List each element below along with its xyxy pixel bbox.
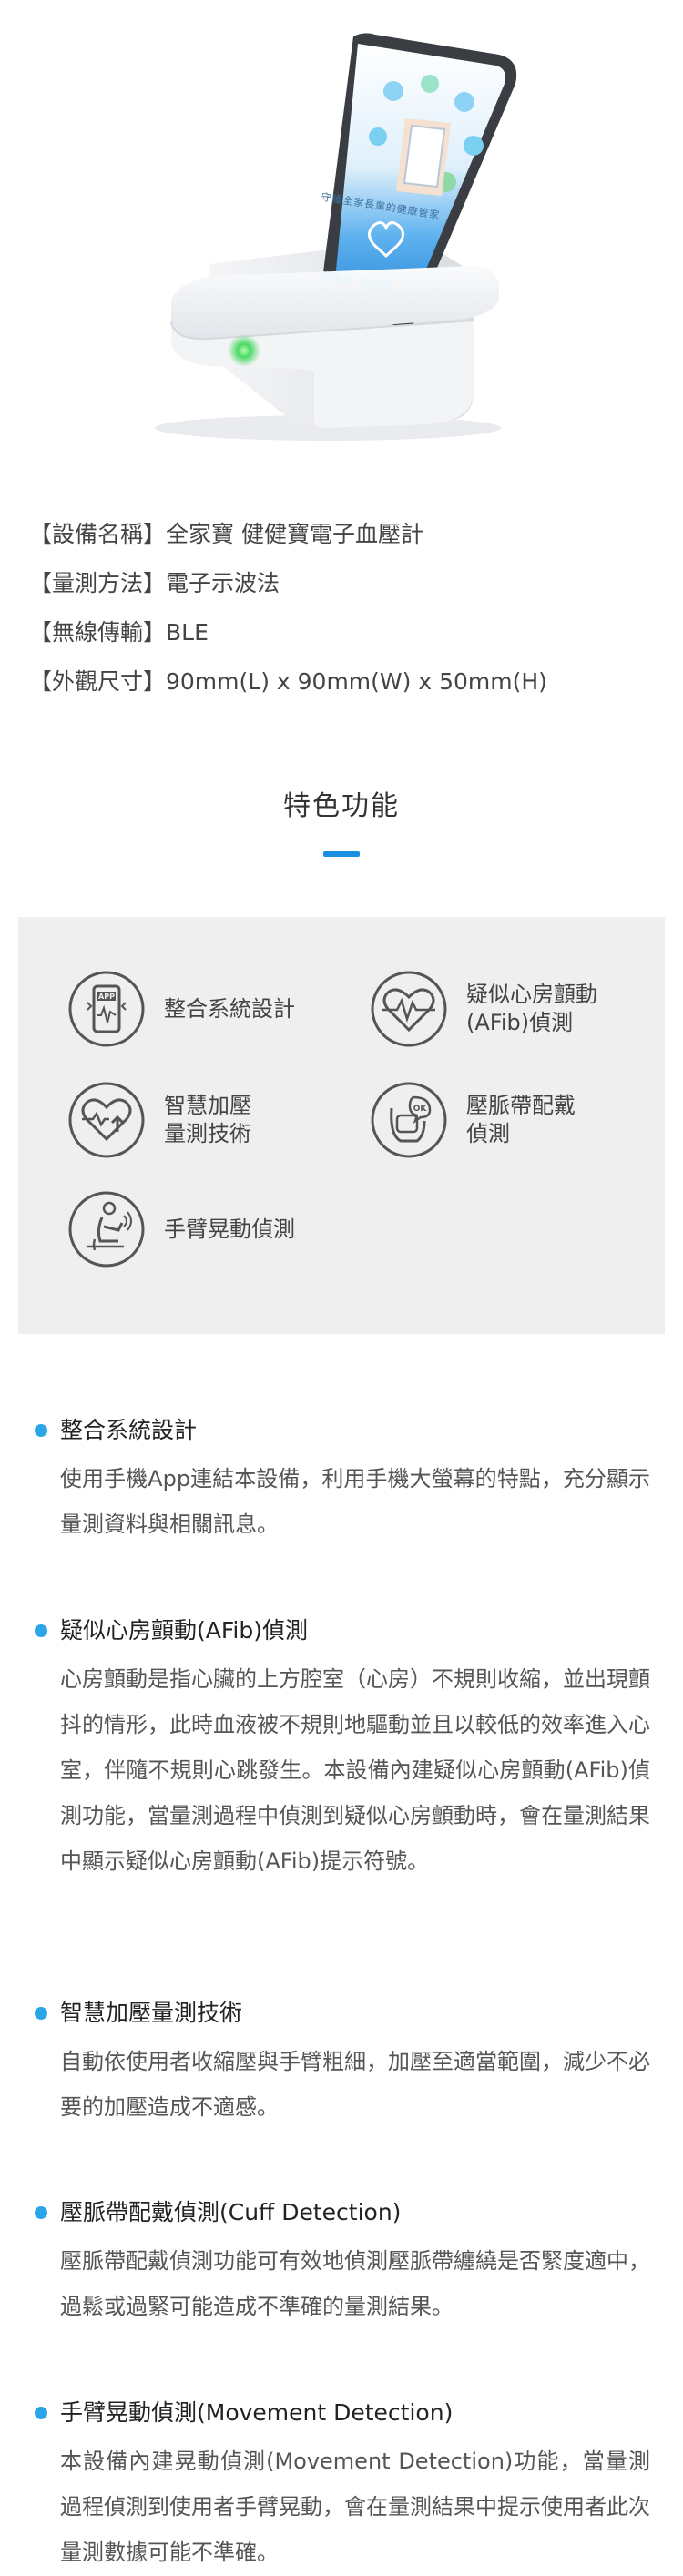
spec-device-name: 【設備名稱】全家寶 健健寶電子血壓計 (29, 521, 423, 547)
phone-app-icon: APP (67, 970, 146, 1048)
desc-title-text: 整合系統設計 (60, 1417, 198, 1443)
svg-text:OK: OK (413, 1105, 428, 1114)
spec-list: 【設備名稱】全家寶 健健寶電子血壓計 【量測方法】電子示波法 【無線傳輸】BLE… (29, 510, 654, 707)
desc-title-text: 疑似心房顫動(AFib)偵測 (60, 1617, 308, 1644)
desc-integrated-system: 整合系統設計 使用手機App連結本設備，利用手機大螢幕的特點，充分顯示量測資料與… (35, 1414, 650, 1547)
desc-cuff-detection: 壓脈帶配戴偵測(Cuff Detection) 壓脈帶配戴偵測功能可有效地偵測壓… (35, 2196, 650, 2329)
desc-title-text: 智慧加壓量測技術 (60, 2000, 243, 2026)
spec-method: 【量測方法】電子示波法 (29, 570, 280, 596)
feature-label: 疑似心房顫動 (AFib)偵測 (466, 982, 597, 1035)
desc-body: 自動依使用者收縮壓與手臂粗細，加壓至適當範圍，減少不必要的加壓造成不適感。 (60, 2049, 650, 2120)
feature-arm-motion: 手臂晃動偵測 (67, 1190, 295, 1268)
feature-label: 智慧加壓 量測技術 (164, 1093, 251, 1146)
feature-integrated-system: APP 整合系統設計 (67, 970, 295, 1048)
desc-body: 心房顫動是指心臟的上方腔室（心房）不規則收縮，並出現顫抖的情形，此時血液被不規則… (60, 1666, 650, 1874)
desc-title: 手臂晃動偵測(Movement Detection) (35, 2397, 650, 2429)
desc-title-text: 手臂晃動偵測(Movement Detection) (60, 2399, 454, 2426)
spec-wireless: 【無線傳輸】BLE (29, 619, 209, 646)
bullet-dot (35, 2206, 47, 2219)
desc-title-text: 壓脈帶配戴偵測(Cuff Detection) (60, 2199, 402, 2225)
desc-title: 智慧加壓量測技術 (35, 1997, 650, 2030)
desc-body: 壓脈帶配戴偵測功能可有效地偵測壓脈帶纏繞是否緊度適中，過鬆或過緊可能造成不準確的… (60, 2248, 650, 2319)
feature-panel: APP 整合系統設計 疑似心房顫動 (AFib)偵測 智慧加壓 量測技術 OK … (18, 917, 665, 1334)
feature-label: 整合系統設計 (164, 995, 295, 1022)
feature-smart-inflation: 智慧加壓 量測技術 (67, 1081, 251, 1159)
title-underline (323, 851, 360, 857)
feature-cuff-detection: OK 壓脈帶配戴 偵測 (370, 1081, 576, 1159)
desc-title: 疑似心房顫動(AFib)偵測 (35, 1614, 650, 1647)
spec-dimensions: 【外觀尺寸】90mm(L) x 90mm(W) x 50mm(H) (29, 668, 547, 695)
feature-label: 壓脈帶配戴 偵測 (466, 1093, 576, 1146)
desc-afib-detection: 疑似心房顫動(AFib)偵測 心房顫動是指心臟的上方腔室（心房）不規則收縮，並出… (35, 1614, 650, 1884)
desc-smart-inflation: 智慧加壓量測技術 自動依使用者收縮壓與手臂粗細，加壓至適當範圍，減少不必要的加壓… (35, 1997, 650, 2130)
heart-ecg-icon (370, 970, 448, 1048)
desc-title: 整合系統設計 (35, 1414, 650, 1447)
feature-label: 手臂晃動偵測 (164, 1216, 295, 1242)
svg-text:APP: APP (98, 993, 115, 1001)
cuff-ok-icon: OK (370, 1081, 448, 1159)
bullet-dot (35, 2407, 47, 2419)
desc-body: 使用手機App連結本設備，利用手機大螢幕的特點，充分顯示量測資料與相關訊息。 (60, 1466, 650, 1537)
bullet-dot (35, 2007, 47, 2020)
product-image: 守護全家長輩的健康管家 健康寶 全家寶 (0, 0, 683, 455)
arm-motion-icon (67, 1190, 146, 1268)
desc-body: 本設備內建晃動偵測(Movement Detection)功能，當量測過程偵測到… (60, 2449, 650, 2565)
status-led (228, 334, 260, 367)
desc-title: 壓脈帶配戴偵測(Cuff Detection) (35, 2196, 650, 2229)
heart-pressure-icon (67, 1081, 146, 1159)
bullet-dot (35, 1624, 47, 1637)
bullet-dot (35, 1424, 47, 1437)
feature-afib-detection: 疑似心房顫動 (AFib)偵測 (370, 970, 597, 1048)
section-title: 特色功能 (283, 790, 400, 822)
desc-arm-motion: 手臂晃動偵測(Movement Detection) 本設備內建晃動偵測(Mov… (35, 2397, 650, 2575)
